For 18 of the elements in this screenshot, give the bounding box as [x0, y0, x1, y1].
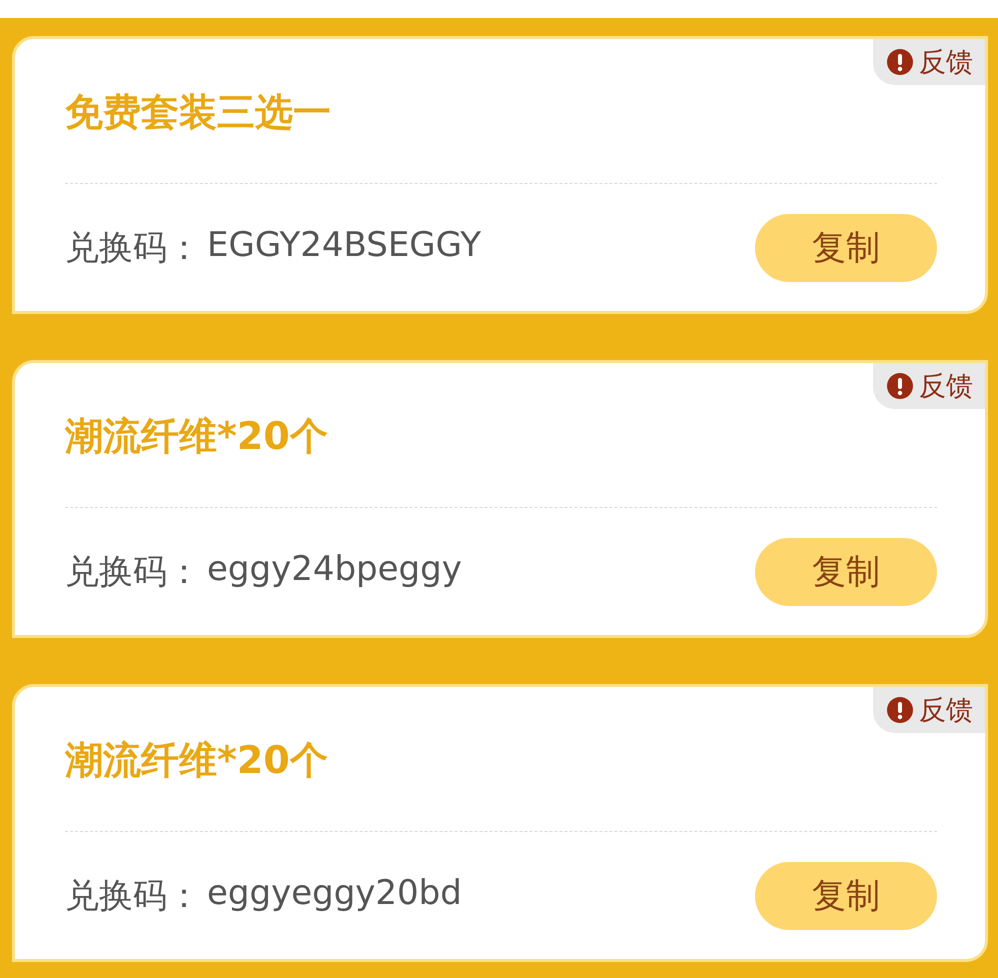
exclamation-icon — [887, 49, 913, 75]
exclamation-icon — [887, 373, 913, 399]
copy-button[interactable]: 复制 — [755, 214, 937, 282]
copy-button[interactable]: 复制 — [755, 862, 937, 930]
code-label: 兑换码： — [65, 226, 201, 270]
feedback-button[interactable]: 反馈 — [873, 363, 985, 409]
feedback-button[interactable]: 反馈 — [873, 687, 985, 733]
exclamation-icon — [887, 697, 913, 723]
reward-title: 潮流纤维*20个 — [65, 412, 328, 460]
feedback-button[interactable]: 反馈 — [873, 39, 985, 85]
code-label: 兑换码： — [65, 550, 201, 594]
redeem-code: EGGY24BSEGGY — [207, 224, 482, 266]
redeem-code: eggyeggy20bd — [207, 872, 462, 914]
redeem-code: eggy24bpeggy — [207, 548, 462, 590]
code-label: 兑换码： — [65, 874, 201, 918]
reward-title: 潮流纤维*20个 — [65, 736, 328, 784]
copy-button[interactable]: 复制 — [755, 538, 937, 606]
reward-title: 免费套装三选一 — [65, 88, 331, 136]
